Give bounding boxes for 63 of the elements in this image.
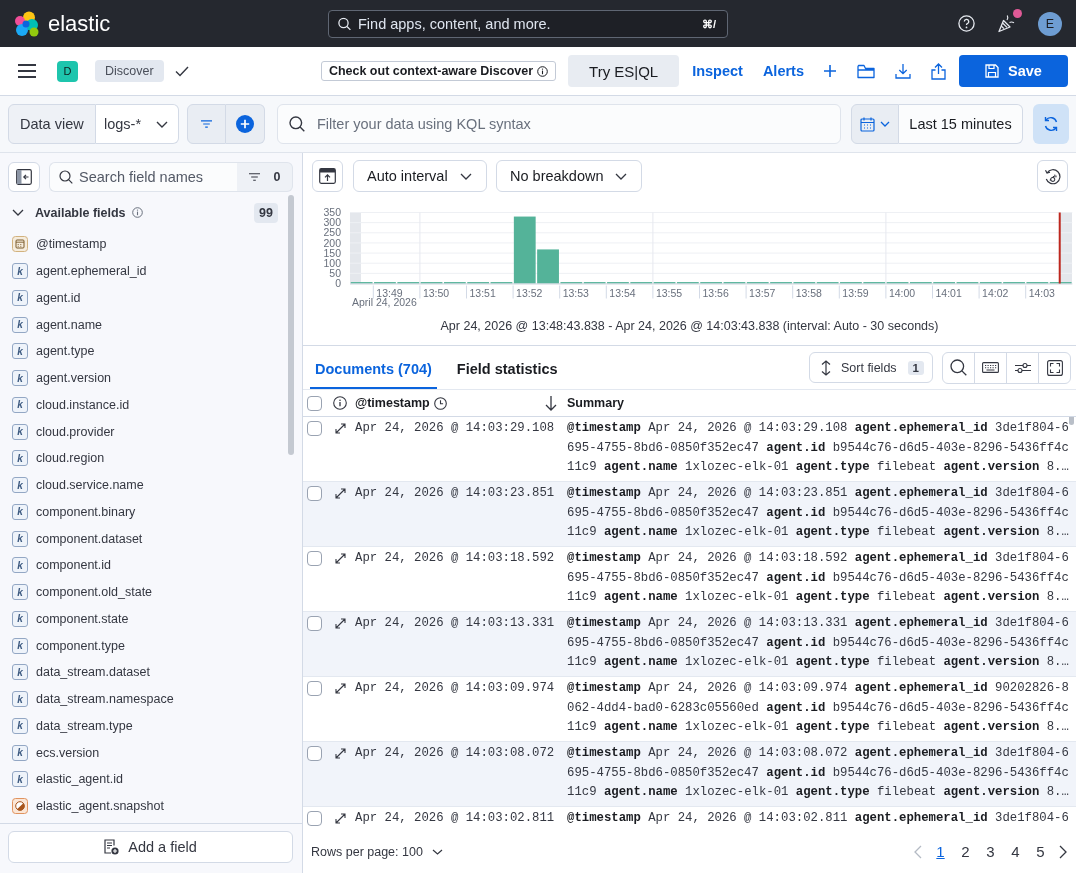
keyword-token-icon: k: [12, 343, 28, 360]
keyword-token-icon: k: [12, 744, 28, 761]
y-axis-label: 150: [323, 246, 341, 259]
keyword-token-icon: k: [12, 637, 28, 654]
x-axis-label: 13:51: [469, 286, 496, 299]
y-axis-label: 200: [323, 236, 341, 249]
timestamp-cell-text: Apr 24, 2026 @ 14:03:18.592: [355, 550, 556, 567]
timestamp-cell-text: Apr 24, 2026 @ 14:03:23.851: [355, 485, 556, 502]
y-axis-label: 100: [323, 256, 341, 269]
count-badge: 1: [907, 360, 924, 375]
summary-cell-text: @timestamp Apr 24, 2026 @ 14:03:23.851 agent.ephemeral_id 3de1f804-6695-4755-8bd6-0850f352ec47 agent.id b9544c76-d6d5-403e-8296-5436ff4c11c9 agent.name 1xlozec-elk-01 agent.type filebeat agent.version 8.…: [567, 485, 1070, 541]
summary-cell-text: @timestamp Apr 24, 2026 @ 14:03:09.974 agent.ephemeral_id 90202826-8062-4dd4-bad0-6283c05560ed agent.id b9544c76-d6d5-403e-8296-5436ff4c11c9 agent.name 1xlozec-elk-01 agent.type filebeat agent.version 8.…: [567, 680, 1070, 736]
y-axis-label: 350: [323, 206, 341, 219]
summary-cell-text: @timestamp Apr 24, 2026 @ 14:03:08.072 agent.ephemeral_id 3de1f804-6695-4755-8bd6-0850f352ec47 agent.id b9544c76-d6d5-403e-8296-5436ff4c11c9 agent.name 1xlozec-elk-01 agent.type filebeat agent.version 8.…: [567, 745, 1070, 801]
x-axis-label: 13:52: [516, 286, 543, 299]
keyword-token-icon: k: [12, 450, 28, 467]
keyword-token-icon: k: [12, 263, 28, 280]
keyword-token-icon: k: [12, 691, 28, 708]
keyword-token-icon: k: [12, 370, 28, 387]
keyword-token-icon: k: [12, 503, 28, 520]
x-axis-label: 13:53: [562, 286, 589, 299]
count-badge: 99: [254, 202, 278, 223]
keyword-token-icon: k: [12, 584, 28, 601]
timestamp-cell-text: Apr 24, 2026 @ 14:03:02.811: [355, 810, 556, 827]
time-range-caption: Apr 24, 2026 @ 13:48:43.838 - Apr 24, 2026 @ 14:03:43.838 (interval: Auto - 30 seconds): [440, 319, 939, 333]
keyword-token-icon: k: [12, 477, 28, 494]
x-axis-label: 13:50: [422, 286, 450, 299]
x-axis-label: 13:54: [609, 286, 636, 299]
keyword-token-icon: k: [12, 610, 28, 627]
keyword-token-icon: k: [12, 316, 28, 333]
x-axis-label: 14:03: [1028, 286, 1055, 299]
timestamp-cell-text: Apr 24, 2026 @ 14:03:09.974: [355, 680, 556, 697]
x-axis-label: 13:59: [842, 286, 869, 299]
summary-cell-text: @timestamp Apr 24, 2026 @ 14:03:29.108 agent.ephemeral_id 3de1f804-6695-4755-8bd6-0850f352ec47 agent.id b9544c76-d6d5-403e-8296-5436ff4c11c9 agent.name 1xlozec-elk-01 agent.type filebeat agent.version 8.…: [567, 420, 1070, 476]
x-axis-label: 13:55: [655, 286, 683, 299]
keyboard-shortcut: ⌘/: [701, 17, 716, 30]
timestamp-cell-text: Apr 24, 2026 @ 14:03:08.072: [355, 745, 556, 762]
timestamp-cell-text: Apr 24, 2026 @ 14:03:13.331: [355, 615, 556, 632]
keyword-token-icon: k: [12, 423, 28, 440]
x-axis-label: 13:56: [702, 286, 729, 299]
x-axis-label: 14:02: [982, 286, 1009, 299]
x-axis-label: 13:49: [376, 286, 403, 299]
keyword-token-icon: k: [12, 717, 28, 734]
y-axis-label: 0: [335, 277, 341, 290]
keyword-token-icon: k: [12, 396, 28, 413]
keyword-token-icon: k: [12, 289, 28, 306]
y-axis-label: 300: [323, 216, 341, 229]
x-axis-label: 13:57: [749, 286, 776, 299]
summary-cell-text: @timestamp Apr 24, 2026 @ 14:03:02.811 agent.ephemeral_id 3de1f804-6: [567, 810, 1070, 827]
x-axis-label: 14:00: [888, 286, 916, 299]
y-axis-label: 250: [323, 226, 341, 239]
x-axis-label: 14:01: [935, 286, 962, 299]
summary-cell-text: @timestamp Apr 24, 2026 @ 14:03:18.592 agent.ephemeral_id 3de1f804-6695-4755-8bd6-0850f352ec47 agent.id b9544c76-d6d5-403e-8296-5436ff4c11c9 agent.name 1xlozec-elk-01 agent.type filebeat agent.version 8.…: [567, 550, 1070, 606]
y-axis-label: 50: [329, 266, 341, 279]
keyword-token-icon: k: [12, 664, 28, 681]
data-view-label: Data view: [8, 104, 96, 144]
keyword-token-icon: k: [12, 530, 28, 547]
summary-cell-text: @timestamp Apr 24, 2026 @ 14:03:13.331 agent.ephemeral_id 3de1f804-6695-4755-8bd6-0850f352ec47 agent.id b9544c76-d6d5-403e-8296-5436ff4c11c9 agent.name 1xlozec-elk-01 agent.type filebeat agent.version 8.…: [567, 615, 1070, 671]
timestamp-cell-text: Apr 24, 2026 @ 14:03:29.108: [355, 420, 556, 437]
x-axis-label: 13:58: [795, 286, 822, 299]
keyword-token-icon: k: [12, 771, 28, 788]
keyword-token-icon: k: [12, 557, 28, 574]
section-title: Available fields: [35, 205, 126, 220]
